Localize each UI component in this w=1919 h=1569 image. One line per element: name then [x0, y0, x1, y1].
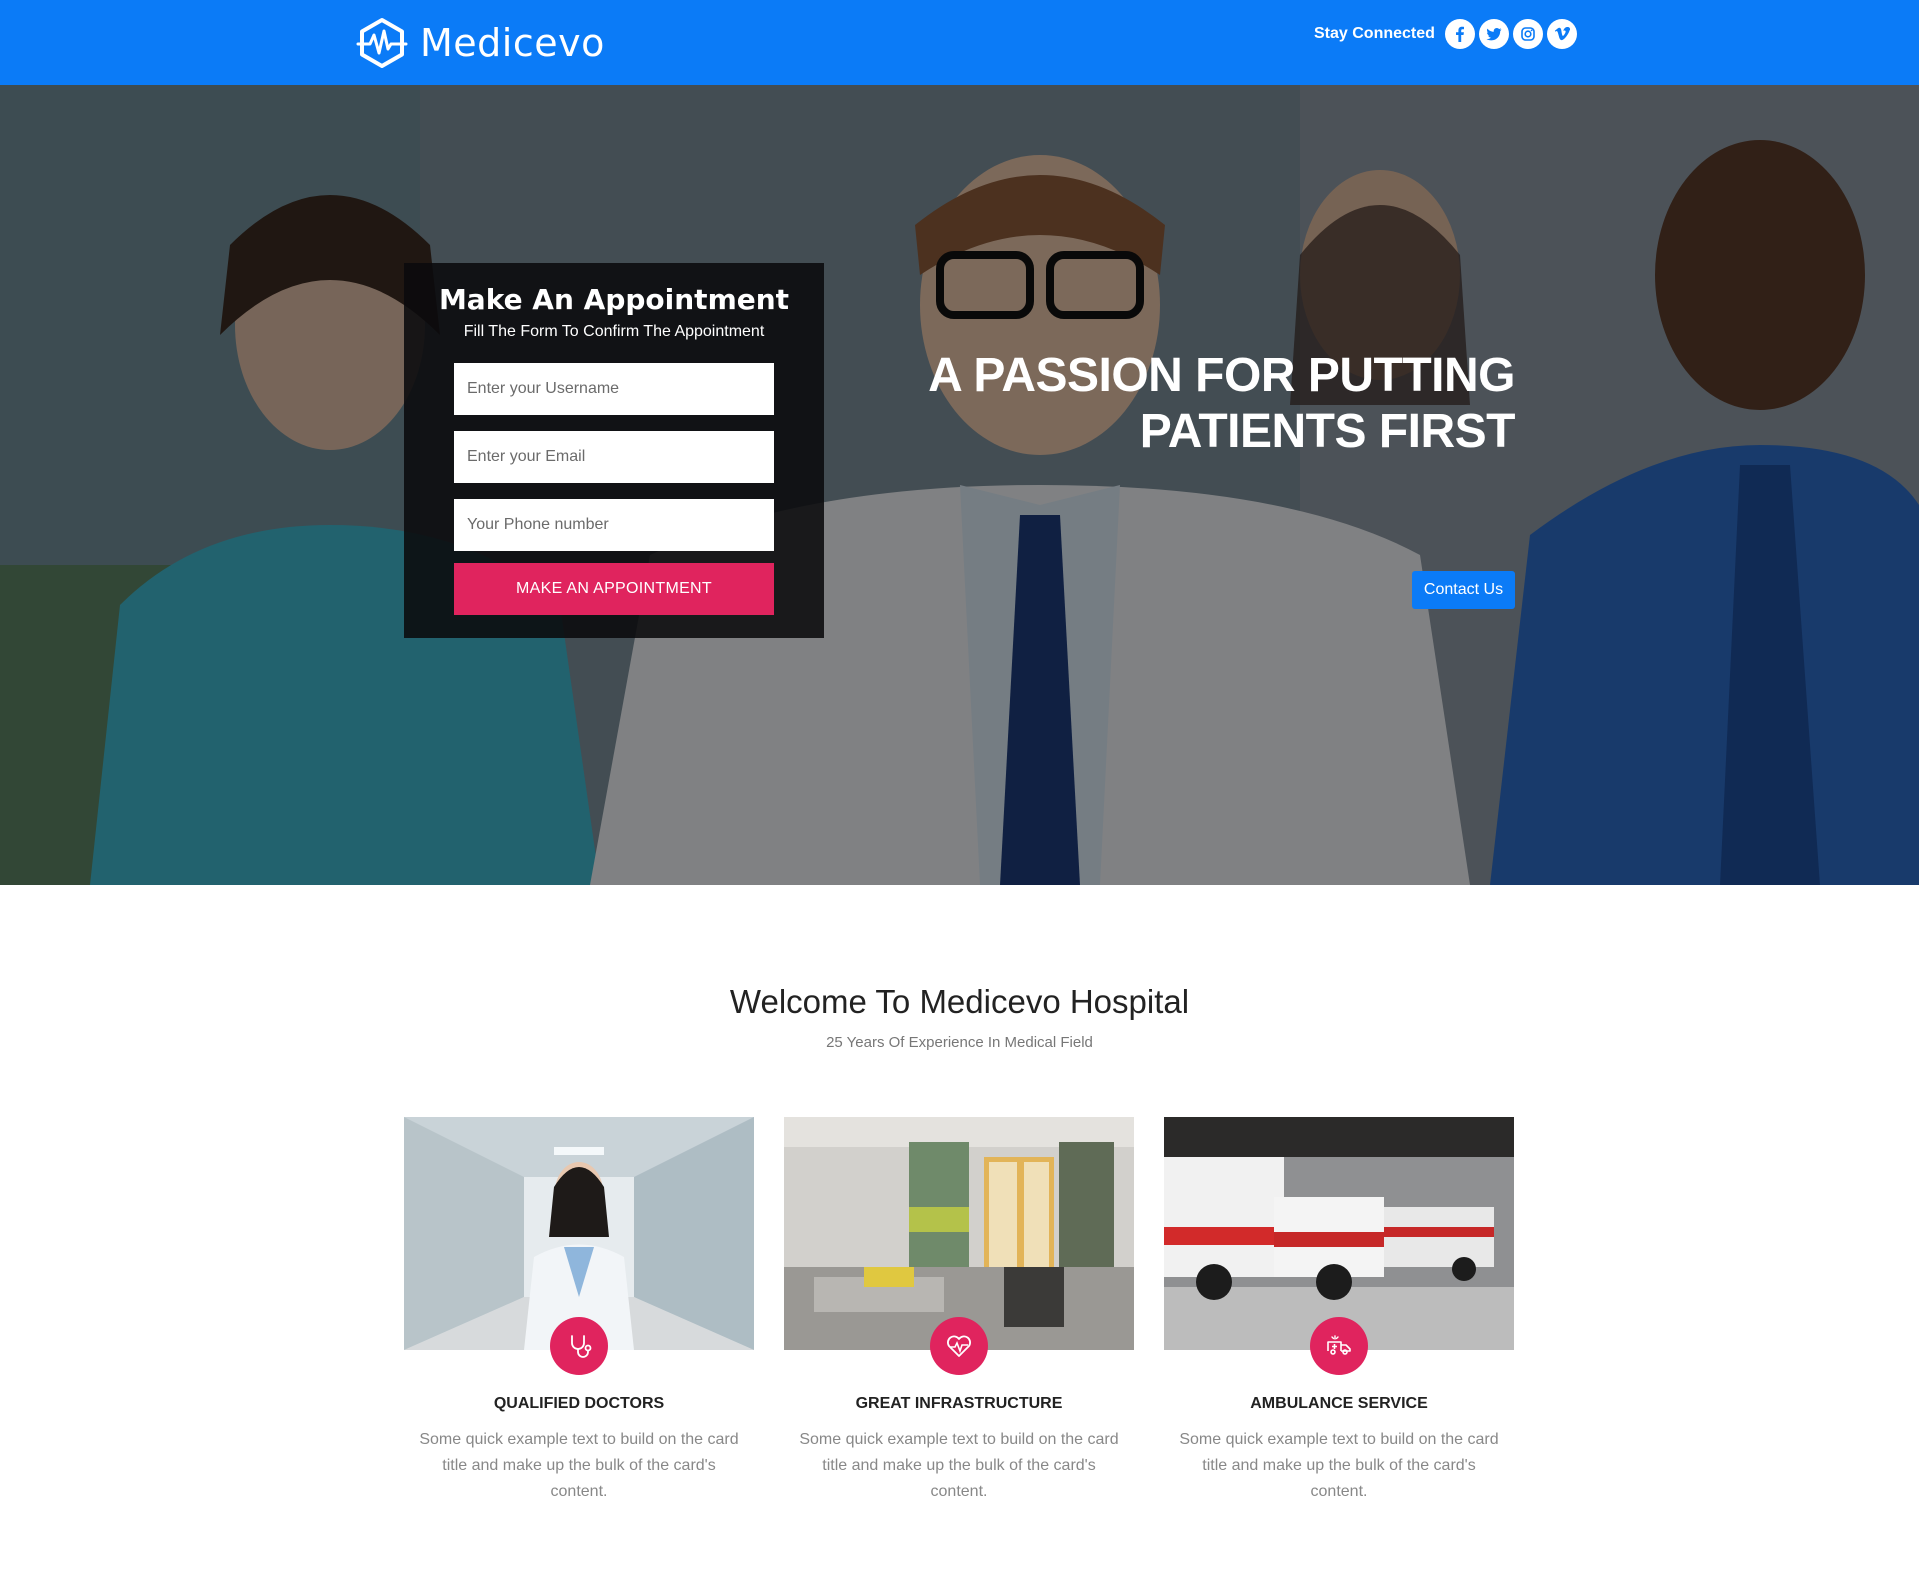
phone-input[interactable] [454, 499, 774, 551]
card-title: QUALIFIED DOCTORS [493, 1395, 665, 1412]
welcome-title: Welcome To Medicevo Hospital [729, 983, 1190, 1020]
hero-headline-line2: PATIENTS FIRST [1139, 405, 1516, 458]
contact-us-button[interactable]: Contact Us [1412, 571, 1515, 609]
social-label: Stay Connected [1314, 25, 1435, 42]
appointment-title: Make An Appointment [438, 283, 790, 316]
instagram-icon[interactable] [1512, 19, 1543, 49]
hexagon-pulse-logo-icon [356, 18, 408, 68]
card-text: Some quick example text to build on the … [419, 1431, 739, 1500]
social-links: Stay Connected [1314, 19, 1577, 49]
card-text: Some quick example text to build on the … [799, 1431, 1119, 1500]
brand-logo[interactable]: Medicevo [356, 18, 605, 68]
vimeo-icon[interactable] [1546, 19, 1577, 49]
twitter-icon[interactable] [1478, 19, 1509, 49]
hospital-room-photo [784, 1117, 1134, 1350]
ambulance-photo [1164, 1117, 1514, 1350]
ambulance-icon [1310, 1317, 1368, 1375]
stethoscope-icon [550, 1317, 608, 1375]
hero-headline: A PASSION FOR PUTTING PATIENTS FIRST [900, 348, 1515, 460]
doctor-photo [404, 1117, 754, 1350]
username-input[interactable] [454, 363, 774, 415]
make-appointment-button[interactable]: MAKE AN APPOINTMENT [454, 563, 774, 615]
hero-headline-line1: A PASSION FOR PUTTING [928, 349, 1515, 402]
appointment-subtitle: Fill The Form To Confirm The Appointment [463, 323, 765, 340]
hero-section: Make An Appointment Fill The Form To Con… [0, 85, 1919, 885]
welcome-subtitle: 25 Years Of Experience In Medical Field [826, 1034, 1093, 1051]
site-header: Medicevo Stay Connected [0, 0, 1919, 85]
heartbeat-icon [930, 1317, 988, 1375]
card-title: GREAT INFRASTRUCTURE [855, 1395, 1063, 1412]
facebook-icon[interactable] [1444, 19, 1475, 49]
card-text: Some quick example text to build on the … [1179, 1431, 1499, 1500]
email-input[interactable] [454, 431, 774, 483]
hero-overlay [0, 85, 1919, 885]
brand-name: Medicevo [420, 21, 605, 65]
appointment-form: Make An Appointment Fill The Form To Con… [404, 263, 824, 638]
card-title: AMBULANCE SERVICE [1250, 1395, 1428, 1412]
